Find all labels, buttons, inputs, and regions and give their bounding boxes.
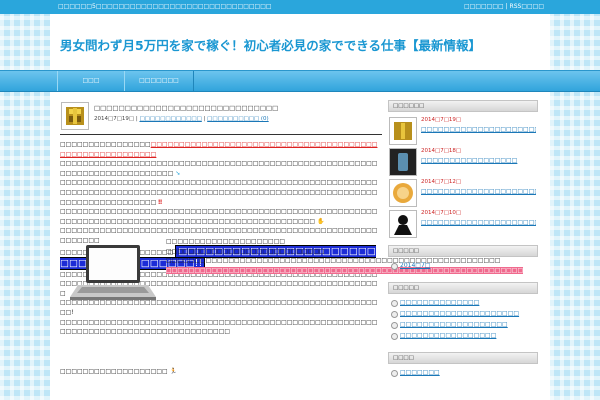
recent-posts-list: 2014□7□19□ □□□□□□□□□□□□□□□□□□□□□□□□□□□□□… [388,112,538,239]
recent-thumb[interactable] [389,148,417,176]
paragraph: □□□□□□□□□□□□□□□□□□□□□□□□□□□□□□□□□□□□□□□□… [60,178,382,207]
post-title[interactable]: □□□□□□□□□□□□□□□□□□□□□□□□□□□□□□ [94,104,384,112]
category-link[interactable]: □□□□□□□□□□□□□□□□□□□□□ [388,308,538,319]
paragraph: □□□□□□□□□□□□□□□□□□□□□□□□□□□□□□□□□□□□□□□□… [60,318,382,337]
running-icon: 🏃 [169,368,178,375]
archive-link[interactable]: 2014□7□ [388,260,538,271]
post-meta: 2014□7□19□ | □□□□□□□□□□□□ | □□□□□□□□□□ (… [94,116,269,122]
paragraph-text: □□□□□□□□□□□□□□□□□□□□□□□□□□□□□□□□□□□□□□□□… [60,160,378,177]
laptop-icon [70,245,156,300]
post-divider [60,134,382,135]
recent-post-title[interactable]: □□□□□□□□□□□□□□□□□□□□□□□□□□□□□ [421,188,536,195]
top-links: □□□□□□□ | RSS□□□□ [464,3,544,10]
paragraph: □□□□□□□□□□□□□□□□□□□□□□□□□□□□□□□□□□□□□□□□… [60,207,382,226]
paragraph-text: □□□□□□□□□□□□□□□□□□□□□□□□□□□□ [166,247,325,255]
trophy-icon [66,107,84,125]
categories-list: □□□□□□□□□□□□□□ □□□□□□□□□□□□□□□□□□□□□ □□□… [388,294,538,346]
archives-list: 2014□7□ [388,257,538,276]
site-title[interactable]: 男女問わず月5万円を家で稼ぐ！初心者必見の家でできる仕事【最新情報】 [60,35,481,54]
exclamation-icon: ‼ [158,198,163,206]
paragraph: □□□□□□□□□□□□□□□□□□□□□□□□□□□□□□□□□□□□□□□□… [60,159,382,178]
recent-post-date: 2014□7□18□ [421,148,462,154]
hand-icon: ✋ [317,217,325,225]
site-tagline: □□□□□□5□□□□□□□□□□□□□□□□□□□□□□□□□□□□□□□ [58,3,272,10]
recent-thumb[interactable] [389,210,417,238]
paragraph: □□□□□□□□□□□□□□□□□□□ 🏃 [60,368,382,375]
laptop-image [68,243,158,305]
site-header: 男女問わず月5万円を家で稼ぐ！初心者必見の家でできる仕事【最新情報】 [50,14,550,70]
recent-post-title[interactable]: □□□□□□□□□□□□□□□□□ [421,157,536,164]
paragraph: □□□□□□□□□□□□□□□□□□□□□ [166,237,382,247]
rss-link[interactable]: RSS□□□□ [510,3,544,10]
meta-list: □□□□□□□ [388,364,538,383]
trophy-icon [394,122,412,140]
post-comments-link[interactable]: □□□□□□□□□□ (0) [207,116,269,122]
content-area: □□□□□□□□□□□□□□□□□□□□□□□□□□□□□□ 2014□7□19… [50,92,550,400]
archives-heading: □□□□□ [388,245,538,257]
paragraph-text: □□□□□□□□□□□□□□□□□□□□□□□□□□□□□□□□□□□□□□□□… [60,179,378,206]
recent-post-title[interactable]: □□□□□□□□□□□□□□□□□□□□□□□□□□□□□□ [421,126,536,133]
image-side-text: □□□□□□□□□□□□□□□□□□□□□ □□□□□□□□□□□□□□□□□□… [166,237,524,276]
coin-icon [393,183,413,203]
pointing-icon: ➘ [175,169,181,177]
post-thumbnail[interactable] [61,102,89,130]
recent-thumb[interactable] [389,179,417,207]
paragraph: □□□□□□□□□□□□□□□□□□□□□□□□□□□□ [166,247,382,257]
recent-post-title[interactable]: □□□□□□□□□□□□□□□□□□□□□□□□□□□□□□ [421,219,536,226]
recent-post-date: 2014□7□10□ [421,210,462,216]
categories-heading: □□□□□ [388,282,538,294]
paragraph-text: □□□□□□□□□□□□□□□□□□□□□□□□□□□□□□□□□□□□□□□□… [60,208,378,225]
recent-thumb[interactable] [389,117,417,145]
paragraph-text: □□□□□□□□□□□□□□□□ [60,141,151,148]
recent-post-item[interactable]: 2014□7□18□ □□□□□□□□□□□□□□□□□ [388,146,538,177]
recent-post-item[interactable]: 2014□7□12□ □□□□□□□□□□□□□□□□□□□□□□□□□□□□□ [388,177,538,208]
sidebar: □□□□□□ 2014□7□19□ □□□□□□□□□□□□□□□□□□□□□□… [388,100,538,383]
post-category-link[interactable]: □□□□□□□□□□□□ [139,116,201,122]
meta-heading: □□□□ [388,352,538,364]
post-date: 2014□7□19□ [94,116,135,122]
paragraph-text: □□□□□□□□□□□□□□□□□□□□□ [166,238,286,245]
recent-post-item[interactable]: 2014□7□19□ □□□□□□□□□□□□□□□□□□□□□□□□□□□□□… [388,115,538,146]
paragraph-highlight: □□□□□□□□□□□□□□□□□□□□□□□□□□□□□□□□□□□□□□□□… [166,266,524,276]
paragraph-text: □□□□□□□□□□□□□□□□□□□ [60,368,168,375]
category-link[interactable]: □□□□□□□□□□□□□□□□□ [388,330,538,341]
paragraph: □□□□□□□□□□□□□□□□□□□□□□□□□□□□□□□□□□□□□□□□… [166,256,500,266]
recent-posts-heading: □□□□□□ [388,100,538,112]
nav-item-home[interactable]: □□□ [57,71,125,91]
recent-post-date: 2014□7□12□ [421,179,462,185]
category-link[interactable]: □□□□□□□□□□□□□□ [388,297,538,308]
category-link[interactable]: □□□□□□□□□□□□□□□□□□□ [388,319,538,330]
paragraph: □□□□□□□□□□□□□□□□□□□□□□□□□□□□□□□□□□□□□□□□… [60,140,382,159]
meta-link[interactable]: □□□□□□□ [388,367,538,378]
recent-post-date: 2014□7□19□ [421,117,462,123]
top-bar: □□□□□□5□□□□□□□□□□□□□□□□□□□□□□□□□□□□□□□ □… [0,0,600,14]
phone-icon [390,149,416,175]
paragraph-text: □□□□□□□□□□□□□□□□□□□□□□□□□□□□□□□□□□□□□□□□… [60,318,378,336]
person-icon [394,215,412,235]
global-nav: □□□ □□□□□□□ [0,70,600,92]
recent-post-item[interactable]: 2014□7□10□ □□□□□□□□□□□□□□□□□□□□□□□□□□□□□… [388,208,538,239]
top-link-0[interactable]: □□□□□□□ [464,3,504,10]
nav-item-page[interactable]: □□□□□□□ [124,71,194,91]
